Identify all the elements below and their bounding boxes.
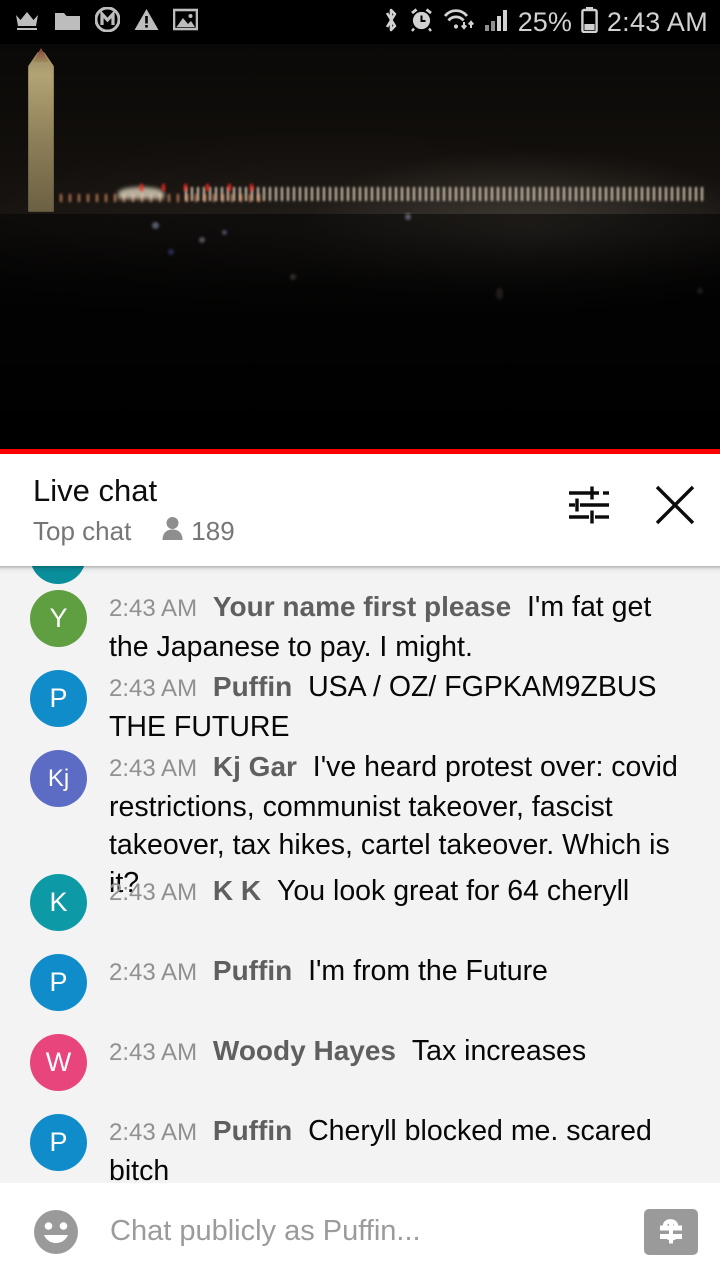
red-tower-lights: [140, 184, 260, 191]
chat-settings-button[interactable]: [566, 482, 612, 528]
message-text: Tax increases: [411, 1035, 587, 1067]
message-author[interactable]: K K: [213, 875, 261, 906]
live-chat-header: Live chat Top chat 189: [0, 454, 720, 566]
chat-message-body: 2:43 AM Puffin USA / OZ/ FGPKAM9ZBUS THE…: [109, 668, 700, 746]
avatar[interactable]: W: [30, 1034, 87, 1091]
image-icon: [172, 8, 199, 36]
status-bar-clock: 2:43 AM: [606, 6, 708, 37]
message-text: You look great for 64 cheryll: [276, 875, 630, 907]
folder-icon: [54, 9, 81, 36]
avatar[interactable]: Kj: [30, 750, 87, 807]
video-player[interactable]: [0, 44, 720, 454]
crown-icon: [14, 9, 40, 36]
chat-message[interactable]: P 2:43 AM Puffin Cheryll blocked me. scar…: [0, 1112, 720, 1183]
super-chat-button[interactable]: [644, 1208, 698, 1255]
status-bar: 25% 2:43 AM: [0, 0, 720, 44]
status-bar-right-icons: 25% 2:43 AM: [382, 6, 708, 38]
chat-message[interactable]: P 2:43 AM Puffin USA / OZ/ FGPKAM9ZBUS TH…: [0, 668, 720, 746]
chat-message-body: 2:43 AM Puffin I'm from the Future: [109, 952, 554, 1011]
message-text: I'm from the Future: [308, 955, 548, 987]
wifi-icon: [443, 7, 476, 37]
dark-foreground: [0, 214, 720, 454]
page-title: Live chat: [33, 473, 158, 508]
message-author[interactable]: Kj Gar: [213, 751, 297, 782]
chat-message[interactable]: P 2:43 AM Puffin I'm from the Future: [0, 952, 720, 1011]
message-author[interactable]: Puffin: [213, 955, 292, 986]
chat-header-subrow: Top chat 189: [33, 515, 235, 547]
avatar[interactable]: K: [30, 874, 87, 931]
chat-message-body: 2:43 AM Your name first please I'm fat g…: [109, 588, 700, 666]
washington-monument: [28, 52, 54, 212]
message-timestamp: 2:43 AM: [109, 595, 198, 622]
chat-message-list[interactable]: Y 2:43 AM Your name first please I'm fat …: [0, 566, 720, 1183]
alarm-clock-icon: [409, 7, 434, 37]
m-circle-icon: [94, 6, 121, 37]
message-timestamp: 2:43 AM: [109, 959, 198, 986]
avatar: [30, 566, 86, 584]
message-author[interactable]: Puffin: [213, 671, 292, 702]
avatar[interactable]: Y: [30, 590, 87, 647]
emoji-smiley-icon[interactable]: [28, 1204, 84, 1260]
chat-message[interactable]: Y 2:43 AM Your name first please I'm fat …: [0, 588, 720, 666]
chat-header-actions: [566, 472, 698, 528]
message-timestamp: 2:43 AM: [109, 755, 198, 782]
warning-triangle-icon: [134, 8, 159, 36]
chat-message-body: 2:43 AM Puffin Cheryll blocked me. scare…: [109, 1112, 700, 1183]
viewer-count-group: 189: [161, 515, 235, 547]
list-top-shadow: [0, 566, 720, 573]
chat-message[interactable]: W 2:43 AM Woody Hayes Tax increases: [0, 1032, 720, 1091]
city-lights-skyline: [185, 187, 705, 201]
phone-screen: 25% 2:43 AM Live chat Top chat 189 Y 2:4…: [0, 0, 720, 1280]
viewer-count: 189: [191, 515, 235, 546]
message-timestamp: 2:43 AM: [109, 675, 198, 702]
message-timestamp: 2:43 AM: [109, 1039, 198, 1066]
chat-message-body: 2:43 AM Woody Hayes Tax increases: [109, 1032, 592, 1091]
signal-bars-icon: [484, 8, 509, 37]
chat-input[interactable]: [110, 1215, 644, 1248]
close-chat-button[interactable]: [652, 482, 698, 528]
message-timestamp: 2:43 AM: [109, 879, 198, 906]
chat-input-bar: [0, 1183, 720, 1280]
chat-mode-label[interactable]: Top chat: [33, 515, 131, 547]
avatar[interactable]: P: [30, 954, 87, 1011]
message-author[interactable]: Puffin: [213, 1115, 292, 1146]
avatar[interactable]: P: [30, 1114, 87, 1171]
message-author[interactable]: Your name first please: [213, 591, 511, 622]
status-bar-left-icons: [14, 6, 199, 37]
battery-icon: [581, 6, 598, 38]
bluetooth-icon: [382, 7, 400, 38]
battery-percent-label: 25%: [517, 6, 572, 37]
chat-message-body: 2:43 AM K K You look great for 64 cheryl…: [109, 872, 635, 931]
chat-header-titles: Live chat Top chat 189: [33, 472, 235, 547]
message-timestamp: 2:43 AM: [109, 1119, 198, 1146]
person-icon: [161, 516, 184, 546]
chat-message[interactable]: K 2:43 AM K K You look great for 64 chery…: [0, 872, 720, 931]
message-author[interactable]: Woody Hayes: [213, 1035, 396, 1066]
avatar[interactable]: P: [30, 670, 87, 727]
